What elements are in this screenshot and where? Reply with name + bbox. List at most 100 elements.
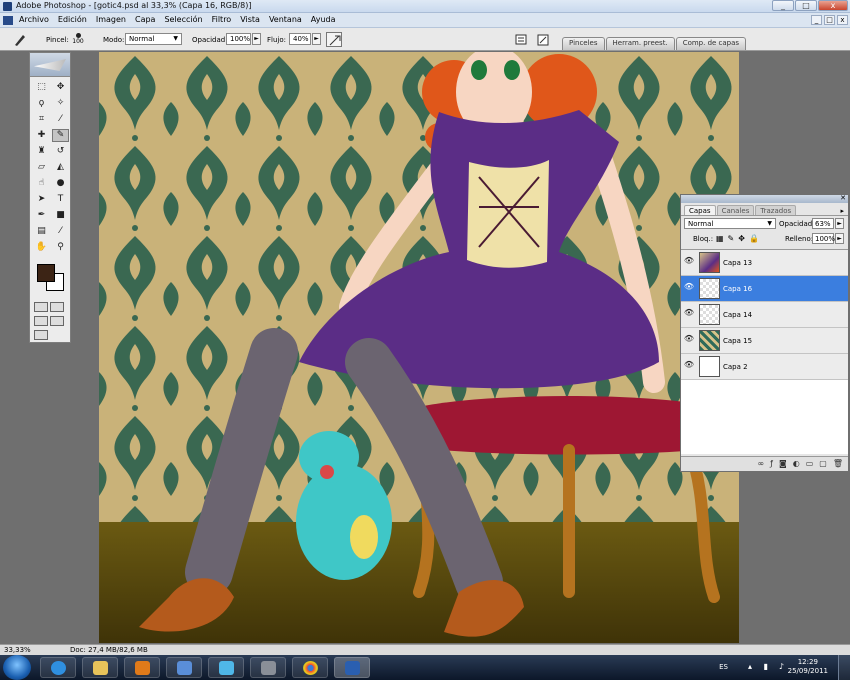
history-brush-icon[interactable]: ↺ <box>52 145 69 158</box>
palette-well-toggle-icon[interactable] <box>535 32 551 47</box>
language-indicator[interactable]: ES <box>719 663 728 671</box>
layer-row-capa-15[interactable]: 👁 Capa 15 <box>681 328 848 354</box>
taskbar-app-icon[interactable] <box>166 657 202 678</box>
taskbar-photoshop-icon[interactable] <box>334 657 370 678</box>
taskbar-ie-icon[interactable] <box>40 657 76 678</box>
mode-select[interactable]: Normal ▼ <box>125 33 182 45</box>
eye-icon[interactable]: 👁 <box>683 282 695 295</box>
airbrush-toggle-icon[interactable] <box>326 32 342 47</box>
menu-seleccion[interactable]: Selección <box>164 15 202 24</box>
doc-minimize-button[interactable]: _ <box>811 15 822 25</box>
hand-tool-icon[interactable]: ✋ <box>33 241 50 254</box>
show-hidden-icons-icon[interactable]: ▴ <box>748 662 752 671</box>
tab-paths[interactable]: Trazados <box>755 205 797 215</box>
well-tab-tool-presets[interactable]: Herram. preest. <box>605 37 675 50</box>
well-tab-brushes[interactable]: Pinceles <box>562 37 605 50</box>
adjustment-layer-icon[interactable]: ◐ <box>793 459 800 469</box>
network-icon[interactable]: ▮ <box>764 662 768 671</box>
panel-menu-icon[interactable]: ▸ <box>840 207 844 215</box>
eye-icon[interactable]: 👁 <box>683 360 695 373</box>
fill-input[interactable]: 100% <box>812 233 835 244</box>
taskbar-chrome-icon[interactable] <box>292 657 328 678</box>
smudge-tool-icon[interactable]: ☝ <box>33 177 50 190</box>
marquee-tool-icon[interactable]: ⬚ <box>33 81 50 94</box>
type-tool-icon[interactable]: T <box>52 193 69 206</box>
shape-tool-icon[interactable]: ■ <box>52 209 69 222</box>
layer-row-capa-2[interactable]: 👁 Capa 2 <box>681 354 848 380</box>
standard-mode-icon[interactable] <box>34 302 48 312</box>
volume-icon[interactable]: ♪ <box>779 662 784 671</box>
screen-mode-full-menu-icon[interactable] <box>50 316 64 326</box>
well-tab-layer-comps[interactable]: Comp. de capas <box>675 37 747 50</box>
panel-close-icon[interactable]: ✕ <box>840 194 846 202</box>
menu-archivo[interactable]: Archivo <box>19 15 49 24</box>
jump-to-imageready-icon[interactable] <box>34 330 48 340</box>
menu-edicion[interactable]: Edición <box>58 15 87 24</box>
document-size[interactable]: Doc: 27,4 MB/82,6 MB <box>70 646 148 654</box>
move-tool-icon[interactable]: ✥ <box>52 81 69 94</box>
doc-close-button[interactable]: x <box>837 15 848 25</box>
tab-channels[interactable]: Canales <box>716 205 755 215</box>
layer-row-capa-14[interactable]: 👁 Capa 14 <box>681 302 848 328</box>
maximize-button[interactable]: □ <box>795 0 817 11</box>
trash-icon[interactable]: 🗑 <box>833 459 843 469</box>
eye-icon[interactable]: 👁 <box>683 308 695 321</box>
zoom-tool-icon[interactable]: ⚲ <box>52 241 69 254</box>
clone-stamp-icon[interactable]: ♜ <box>33 145 50 158</box>
pen-tool-icon[interactable]: ✒ <box>33 209 50 222</box>
flow-input[interactable]: 40% <box>289 33 311 45</box>
link-layers-icon[interactable]: ∞ <box>757 459 764 469</box>
new-layer-icon[interactable]: ▢ <box>819 459 827 469</box>
menu-imagen[interactable]: Imagen <box>96 15 126 24</box>
taskbar-media-player-icon[interactable] <box>124 657 160 678</box>
taskbar-messenger-icon[interactable] <box>208 657 244 678</box>
menu-filtro[interactable]: Filtro <box>212 15 232 24</box>
magic-wand-icon[interactable]: ✧ <box>52 97 69 110</box>
layer-opacity-slider-button[interactable]: ► <box>835 218 844 229</box>
quick-mask-icon[interactable] <box>50 302 64 312</box>
taskbar-explorer-icon[interactable] <box>82 657 118 678</box>
slice-tool-icon[interactable]: ⁄ <box>52 113 69 126</box>
tab-layers[interactable]: Capas <box>684 205 716 215</box>
menu-vista[interactable]: Vista <box>240 15 260 24</box>
screen-mode-standard-icon[interactable] <box>34 316 48 326</box>
layer-row-capa-16[interactable]: 👁 Capa 16 <box>681 276 848 302</box>
eye-icon[interactable]: 👁 <box>683 256 695 269</box>
clock[interactable]: 12:29 25/09/2011 <box>788 658 828 676</box>
opacity-slider-button[interactable]: ► <box>252 33 261 45</box>
brush-tool-icon[interactable] <box>12 32 28 47</box>
layer-mask-icon[interactable]: ◙ <box>779 459 787 469</box>
document-icon[interactable] <box>3 16 13 25</box>
foreground-color-swatch[interactable] <box>37 264 55 282</box>
blend-mode-select[interactable]: Normal ▼ <box>684 218 776 229</box>
menu-ayuda[interactable]: Ayuda <box>311 15 336 24</box>
paint-bucket-icon[interactable]: ◭ <box>52 161 69 174</box>
brush-preset-picker[interactable]: 100 <box>71 32 85 48</box>
fill-slider-button[interactable]: ► <box>835 233 844 244</box>
layer-row-capa-13[interactable]: 👁 Capa 13 <box>681 250 848 276</box>
file-browser-icon[interactable] <box>513 32 529 47</box>
toolbox-header[interactable] <box>30 53 70 77</box>
dodge-tool-icon[interactable]: ● <box>52 177 69 190</box>
taskbar-window-icon[interactable] <box>250 657 286 678</box>
start-button[interactable] <box>3 655 31 680</box>
opacity-input[interactable]: 100% <box>226 33 251 45</box>
show-desktop-button[interactable] <box>838 655 850 680</box>
layer-style-icon[interactable]: ƒ <box>770 459 773 469</box>
healing-brush-icon[interactable]: ✚ <box>33 129 50 142</box>
menu-ventana[interactable]: Ventana <box>269 15 302 24</box>
panel-title-bar[interactable]: ✕ <box>681 194 848 203</box>
menu-capa[interactable]: Capa <box>135 15 155 24</box>
lock-icons[interactable]: ▦✎✥🔒 <box>716 234 763 243</box>
lasso-tool-icon[interactable]: ϙ <box>33 97 50 110</box>
flow-slider-button[interactable]: ► <box>312 33 321 45</box>
notes-tool-icon[interactable]: ▤ <box>33 225 50 238</box>
doc-restore-button[interactable]: □ <box>824 15 835 25</box>
eyedropper-icon[interactable]: ⁄ <box>52 225 69 238</box>
document-canvas[interactable] <box>99 52 739 643</box>
layer-opacity-input[interactable]: 63% <box>812 218 834 229</box>
crop-tool-icon[interactable]: ⌗ <box>33 113 50 126</box>
zoom-level[interactable]: 33,33% <box>4 646 31 654</box>
minimize-button[interactable]: _ <box>772 0 794 11</box>
eye-icon[interactable]: 👁 <box>683 334 695 347</box>
